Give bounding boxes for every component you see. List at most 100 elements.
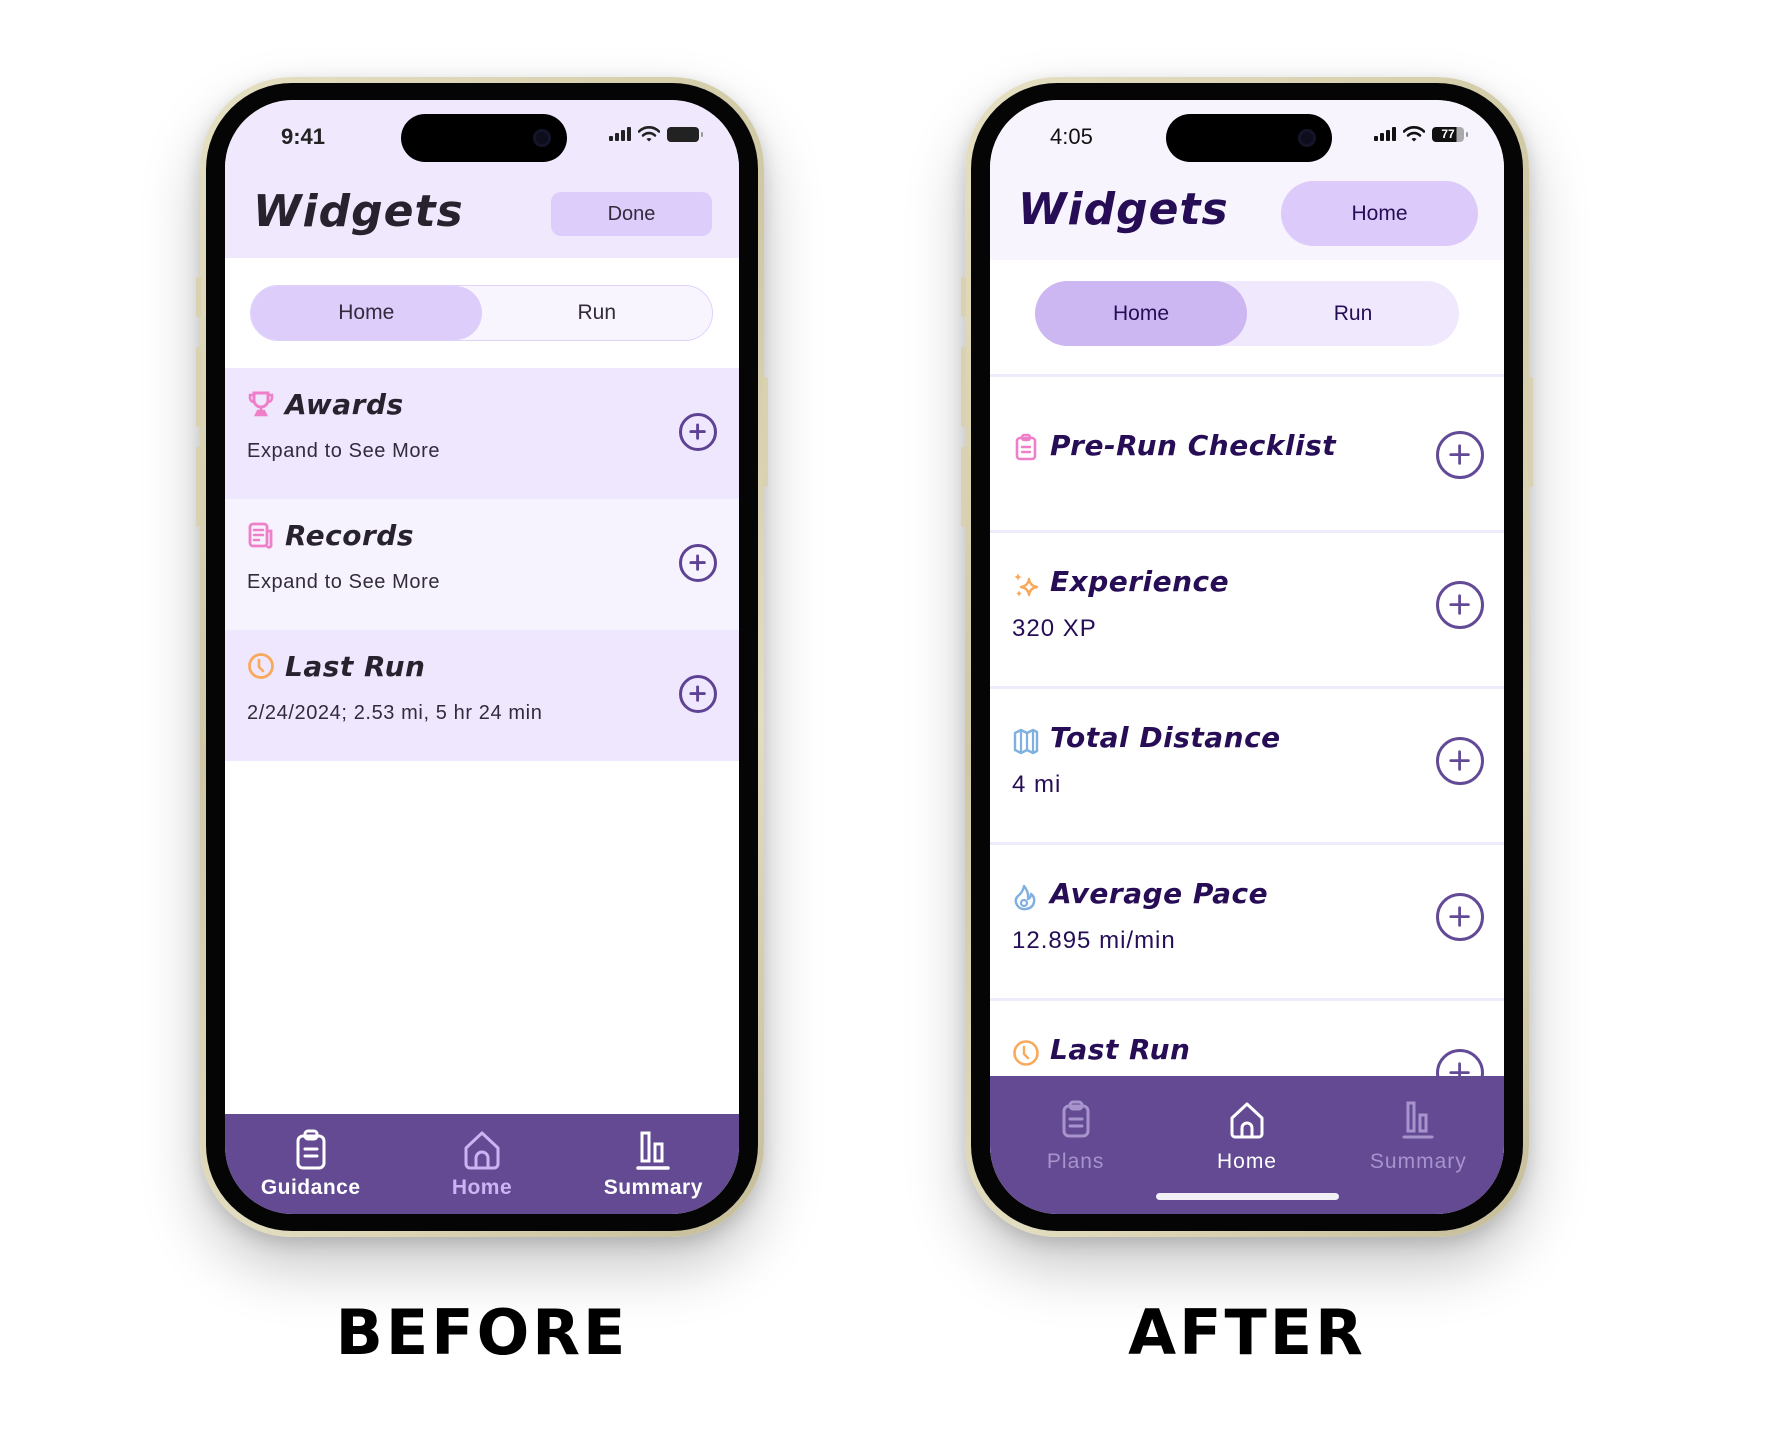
widget-subtitle: 12.895 mi/min [1012,927,1176,954]
tab-summary[interactable]: Summary [568,1128,739,1214]
widget-subtitle: 320 XP [1012,615,1097,642]
widget-row-awards[interactable]: Awards Expand to See More [225,368,739,499]
map-icon [1013,728,1039,755]
clock-icon [248,653,274,679]
widget-title: Average Pace [1050,877,1269,910]
widget-row-average-pace[interactable]: Average Pace 12.895 mi/min [990,842,1504,998]
widget-title: Experience [1050,565,1230,598]
status-icons [609,126,703,142]
screen: Widgets Done 9:41 Home Run Awards Expand… [225,100,739,1214]
tab-bar: Plans Home Summary [990,1076,1504,1214]
plus-icon [689,554,707,572]
tab-label: Plans [1046,1150,1105,1173]
widget-subtitle: Expand to See More [247,571,441,593]
battery-icon [667,126,703,142]
side-button [763,377,768,487]
tab-label: Guidance [260,1176,361,1199]
signal-icon [609,127,631,141]
tab-label: Home [451,1176,513,1199]
page-title: Widgets [1018,184,1229,235]
widget-title: Records [285,519,415,552]
widget-row-records[interactable]: Records Expand to See More [225,499,739,630]
battery-icon: 77 [1432,126,1468,142]
home-icon [1230,1102,1264,1139]
plus-icon [689,685,707,703]
add-widget-button[interactable] [1436,581,1484,629]
clipboard-icon [1062,1100,1090,1138]
camera-icon [533,129,551,147]
before-caption: BEFORE [335,1296,629,1369]
widget-row-total-distance[interactable]: Total Distance 4 mi [990,686,1504,842]
clipboard-icon [296,1129,326,1170]
add-widget-button[interactable] [679,413,717,451]
add-widget-button[interactable] [1436,431,1484,479]
wifi-icon [638,126,660,142]
add-widget-button[interactable] [1436,737,1484,785]
plus-icon [1449,906,1471,928]
bar-chart-icon [636,1131,671,1170]
screen: Widgets Home 4:05 77 Home Run Pre-Run Ch… [990,100,1504,1214]
sparkles-icon [1014,573,1039,597]
widget-category-toggle: Home Run [250,285,713,341]
tab-home[interactable]: Home [396,1128,567,1214]
tab-home[interactable]: Home [251,286,482,340]
clipboard-icon [1015,433,1037,461]
tab-label: Summary [1369,1150,1467,1173]
phone-after: Widgets Home 4:05 77 Home Run Pre-Run Ch… [961,77,1533,1237]
after-caption: AFTER [1128,1296,1366,1369]
tab-bar: Guidance Home Summary [225,1114,739,1214]
signal-icon [1374,127,1396,141]
widget-title: Total Distance [1050,721,1281,754]
widget-title: Last Run [285,650,426,683]
add-widget-button[interactable] [1436,893,1484,941]
plus-icon [1449,444,1471,466]
tab-guidance[interactable]: Guidance [225,1128,396,1214]
widget-category-toggle: Home Run [1035,281,1459,346]
widget-title: Awards [285,388,404,421]
bar-chart-icon [1402,1101,1434,1139]
widget-subtitle: 4 mi [1012,771,1062,798]
tab-run[interactable]: Run [1247,281,1459,346]
plus-icon [1449,594,1471,616]
widget-list: Awards Expand to See More Records Expand… [225,368,739,761]
widget-row-pre-run-checklist[interactable]: Pre-Run Checklist [990,374,1504,530]
tab-label: Home [1216,1150,1277,1173]
dynamic-island [401,114,567,162]
widget-list: Pre-Run Checklist Experience 320 XP Tota… [990,374,1504,1154]
widget-row-experience[interactable]: Experience 320 XP [990,530,1504,686]
widget-title: Last Run [1050,1033,1191,1066]
side-button [961,347,966,427]
status-time: 4:05 [1050,124,1093,149]
clock-icon [1013,1040,1039,1066]
dynamic-island [1166,114,1332,162]
tab-home[interactable]: Home [1035,281,1247,346]
done-button[interactable]: Done [551,192,712,236]
trophy-icon [248,391,274,417]
add-widget-button[interactable] [679,675,717,713]
plus-icon [1449,750,1471,772]
widget-subtitle: 2/24/2024; 2.53 mi, 5 hr 24 min [247,702,543,724]
page-title: Widgets [253,186,464,237]
widget-title: Pre-Run Checklist [1050,429,1337,462]
home-indicator[interactable] [1156,1193,1339,1200]
side-button [961,277,966,317]
wifi-icon [1403,126,1425,142]
widget-subtitle: Expand to See More [247,440,441,462]
records-icon [248,522,273,549]
widget-row-last-run[interactable]: Last Run 2/24/2024; 2.53 mi, 5 hr 24 min [225,630,739,761]
add-widget-button[interactable] [679,544,717,582]
tab-run[interactable]: Run [482,286,713,340]
tab-label: Summary [603,1176,703,1199]
side-button [1528,377,1533,487]
side-button [196,347,201,427]
plus-icon [689,423,707,441]
flame-icon [1014,884,1036,911]
home-button[interactable]: Home [1281,181,1478,246]
tab-summary[interactable]: Summary [1333,1098,1504,1214]
side-button [196,277,201,317]
tab-plans[interactable]: Plans [990,1098,1161,1214]
side-button [196,447,201,527]
status-time: 9:41 [281,124,326,149]
home-icon [464,1131,500,1170]
phone-before: Widgets Done 9:41 Home Run Awards Expand… [196,77,768,1237]
